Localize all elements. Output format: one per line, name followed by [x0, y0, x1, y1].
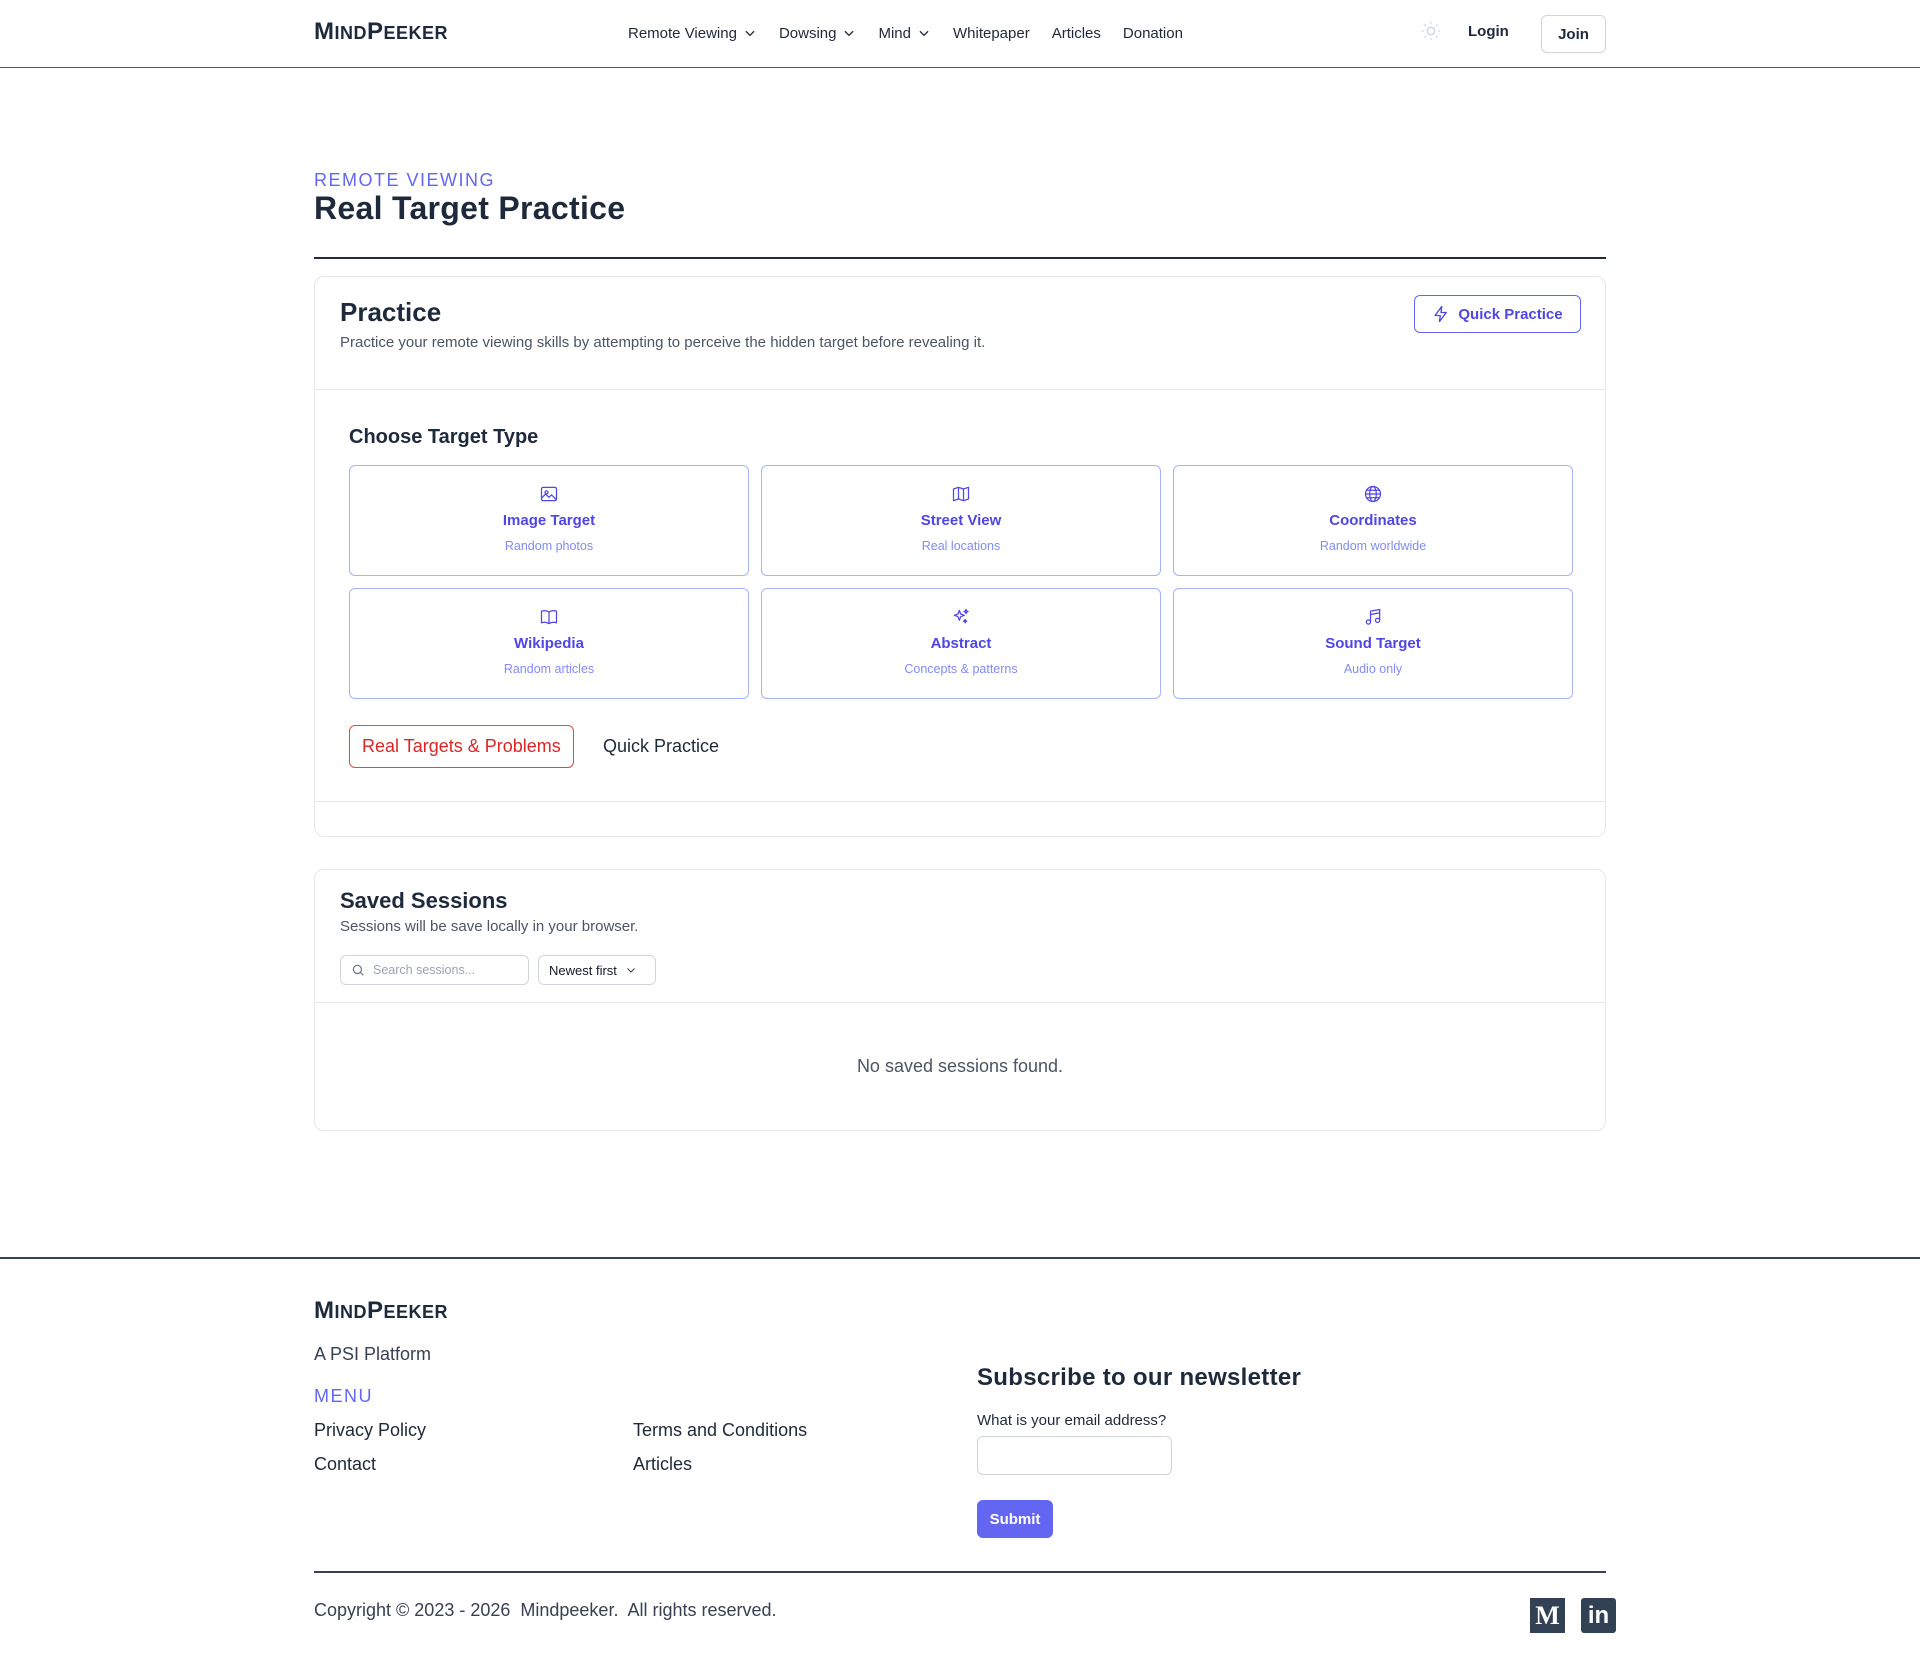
- quick-practice-label: Quick Practice: [1458, 305, 1563, 323]
- target-type-image[interactable]: Image Target Random photos: [349, 465, 749, 576]
- footer-link-terms[interactable]: Terms and Conditions: [633, 1420, 807, 1441]
- nav-whitepaper[interactable]: Whitepaper: [953, 25, 1030, 42]
- target-type-subtitle: Real locations: [921, 539, 1001, 553]
- target-type-street-view[interactable]: Street View Real locations: [761, 465, 1161, 576]
- nav-label: Articles: [1051, 24, 1101, 42]
- newsletter-email-input[interactable]: [977, 1436, 1172, 1475]
- nav-mind[interactable]: Mind: [878, 25, 931, 42]
- target-type-subtitle: Concepts & patterns: [904, 662, 1018, 676]
- sort-select-value: Newest first: [549, 962, 617, 978]
- footer-tagline: A PSI Platform: [314, 1344, 432, 1364]
- target-type-title: Coordinates: [1329, 512, 1417, 529]
- nav-label: Mind: [878, 24, 911, 42]
- nav-donation[interactable]: Donation: [1123, 25, 1183, 42]
- search-icon: [352, 964, 364, 976]
- nav-dowsing[interactable]: Dowsing: [779, 25, 857, 42]
- target-type-subtitle: Random articles: [503, 662, 595, 676]
- card-divider: [315, 1002, 1605, 1003]
- target-type-sound[interactable]: Sound Target Audio only: [1173, 588, 1573, 699]
- join-button[interactable]: Join: [1541, 15, 1606, 53]
- target-type-title: Street View: [920, 512, 1002, 529]
- medium-icon[interactable]: M: [1530, 1598, 1565, 1633]
- target-type-grid: Image Target Random photos Street View R…: [349, 465, 1573, 699]
- map-icon: [952, 486, 970, 502]
- main-nav: Remote Viewing Dowsing Mind Whitepaper A…: [628, 0, 1183, 66]
- newsletter-email-label: What is your email address?: [977, 1412, 1167, 1429]
- footer-link-articles[interactable]: Articles: [633, 1454, 692, 1475]
- target-type-subtitle: Audio only: [1343, 662, 1403, 676]
- saved-sessions-card: Saved Sessions Sessions will be save loc…: [314, 869, 1606, 1131]
- logo-letters: EEKER: [383, 23, 449, 43]
- newsletter-submit-button[interactable]: Submit: [977, 1500, 1053, 1538]
- globe-icon: [1364, 485, 1382, 503]
- chevron-down-icon: [919, 30, 929, 37]
- copyright-text: Copyright © 2023 - 2026 Mindpeeker. All …: [314, 1600, 777, 1620]
- sun-icon[interactable]: [1420, 20, 1442, 42]
- target-type-title: Wikipedia: [514, 635, 584, 652]
- chevron-down-icon: [844, 30, 855, 37]
- target-type-title: Sound Target: [1325, 635, 1421, 652]
- quick-practice-tab[interactable]: Quick Practice: [603, 736, 719, 757]
- logo-letters: IND: [334, 1302, 367, 1322]
- target-type-subtitle: Random photos: [504, 539, 594, 553]
- footer-link-contact[interactable]: Contact: [314, 1454, 376, 1475]
- choose-target-title: Choose Target Type: [349, 426, 539, 448]
- practice-title: Practice: [340, 297, 442, 327]
- target-type-coordinates[interactable]: Coordinates Random worldwide: [1173, 465, 1573, 576]
- saved-sessions-title: Saved Sessions: [340, 888, 508, 913]
- search-box: [340, 955, 529, 985]
- logo[interactable]: MINDPEEKER: [314, 18, 448, 46]
- footer-top-border: [0, 1257, 1920, 1259]
- logo-letter: M: [314, 1297, 335, 1324]
- logo-letters: IND: [334, 23, 367, 43]
- empty-state-message: No saved sessions found.: [856, 1056, 1064, 1076]
- book-icon: [540, 609, 558, 625]
- footer-logo[interactable]: MINDPEEKER: [314, 1297, 448, 1325]
- target-type-abstract[interactable]: Abstract Concepts & patterns: [761, 588, 1161, 699]
- logo-letter: P: [367, 1297, 384, 1324]
- chevron-down-icon: [627, 968, 635, 973]
- saved-sessions-description: Sessions will be save locally in your br…: [340, 918, 639, 935]
- footer-divider: [314, 1571, 1606, 1573]
- logo-letter: M: [314, 18, 335, 45]
- page-title: Real Target Practice: [314, 190, 626, 226]
- footer-link-privacy[interactable]: Privacy Policy: [314, 1420, 426, 1441]
- nav-articles[interactable]: Articles: [1052, 25, 1101, 42]
- search-sessions-input[interactable]: [373, 963, 523, 977]
- target-type-subtitle: Random worldwide: [1319, 539, 1427, 553]
- page-eyebrow: REMOTE VIEWING: [314, 170, 496, 190]
- newsletter-title: Subscribe to our newsletter: [977, 1364, 1302, 1391]
- top-navbar: MINDPEEKER Remote Viewing Dowsing Mind W…: [0, 0, 1920, 68]
- chevron-down-icon: [745, 30, 755, 37]
- real-targets-button[interactable]: Real Targets & Problems: [349, 725, 574, 768]
- image-icon: [540, 486, 558, 502]
- target-type-title: Abstract: [930, 635, 992, 652]
- card-divider: [315, 801, 1605, 802]
- nav-label: Dowsing: [778, 24, 837, 42]
- lightning-icon: [1434, 305, 1448, 323]
- nav-label: Whitepaper: [953, 24, 1030, 42]
- practice-description: Practice your remote viewing skills by a…: [340, 334, 986, 351]
- title-divider: [314, 257, 1606, 259]
- nav-label: Donation: [1122, 24, 1183, 42]
- logo-letters: EEKER: [383, 1302, 449, 1322]
- nav-remote-viewing[interactable]: Remote Viewing: [628, 25, 757, 42]
- sort-select[interactable]: Newest first: [538, 955, 656, 985]
- target-type-title: Image Target: [502, 512, 596, 529]
- login-link[interactable]: Login: [1468, 23, 1509, 40]
- sparkles-icon: [953, 608, 969, 624]
- music-icon: [1365, 608, 1381, 625]
- quick-practice-button[interactable]: Quick Practice: [1414, 295, 1581, 333]
- target-type-wikipedia[interactable]: Wikipedia Random articles: [349, 588, 749, 699]
- practice-card: Practice Practice your remote viewing sk…: [314, 276, 1606, 837]
- card-divider: [315, 389, 1605, 390]
- nav-label: Remote Viewing: [628, 24, 737, 42]
- linkedin-icon[interactable]: in: [1581, 1598, 1616, 1633]
- logo-letter: P: [367, 18, 384, 45]
- footer-menu-heading: MENU: [314, 1386, 373, 1406]
